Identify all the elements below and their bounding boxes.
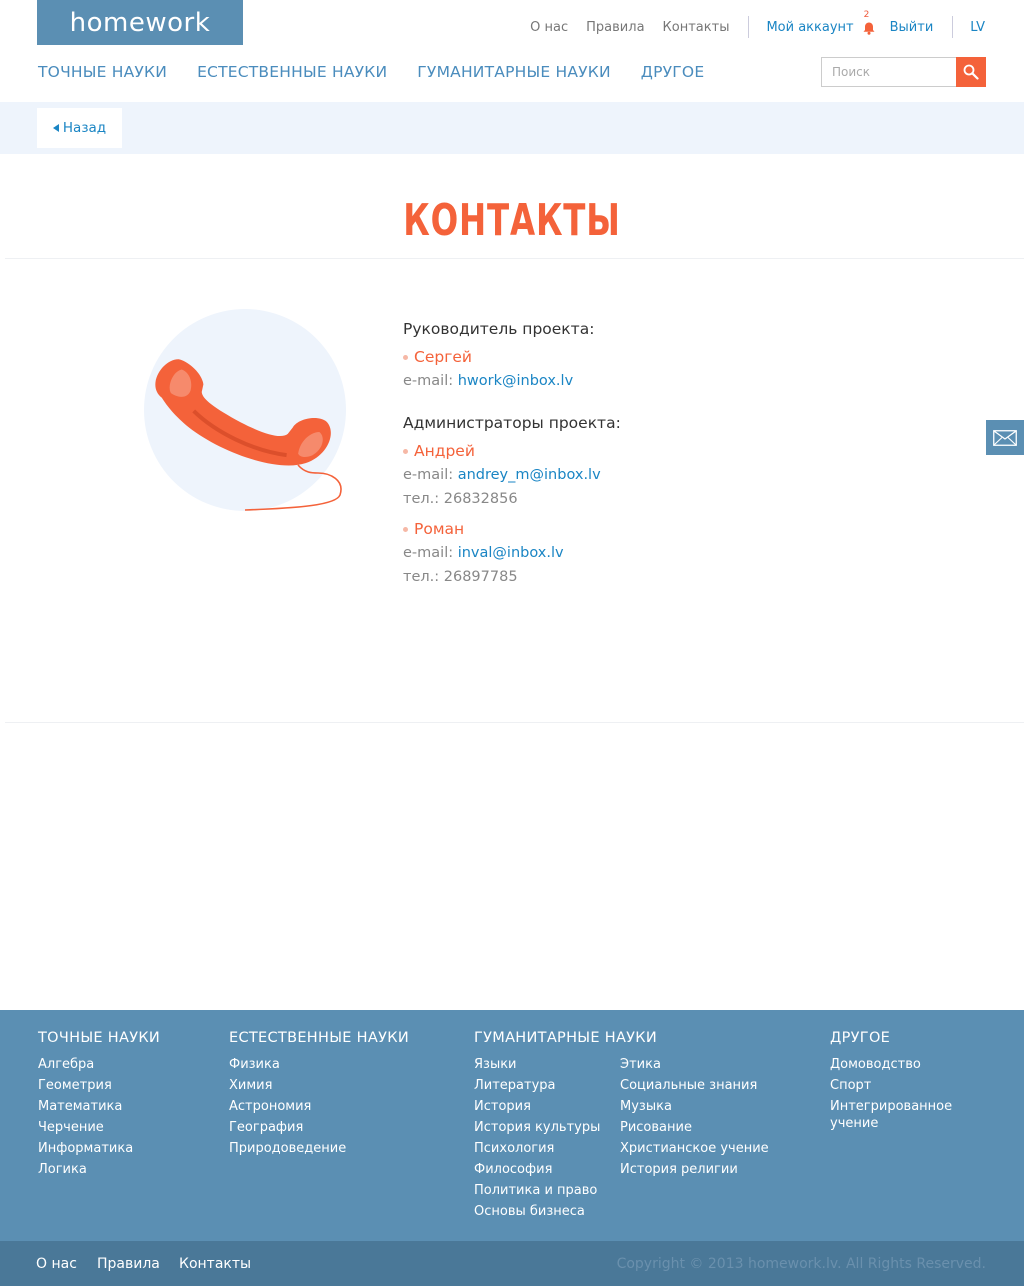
footer-link[interactable]: Геометрия [38,1075,160,1096]
footer-link[interactable]: История религии [620,1159,769,1180]
top-link-rules[interactable]: Правила [586,20,644,35]
phone-number: 26897785 [443,569,518,585]
nav-humanities[interactable]: ГУМАНИТАРНЫЕ НАУКИ [417,63,611,81]
search-input[interactable] [821,57,956,87]
footer-link[interactable]: Логика [38,1159,160,1180]
divider [5,722,1024,723]
footer-heading: ДРУГОЕ [830,1030,891,1046]
footer-link[interactable]: Спорт [830,1075,952,1096]
admin-email-link[interactable]: inval@inbox.lv [458,545,564,561]
search-box [821,57,986,87]
divider [5,258,1024,259]
footer-link[interactable]: Химия [229,1075,409,1096]
admin-email-row: e-mail: inval@inbox.lv [403,544,621,562]
feedback-button[interactable] [986,420,1024,455]
envelope-icon [993,429,1017,446]
footer-col-humanities-2: Этика Социальные знания Музыка Рисование… [620,1054,769,1180]
admin-phone-row: тел.: 26832856 [403,490,621,508]
footer-link[interactable]: Основы бизнеса [474,1201,657,1222]
search-button[interactable] [956,57,986,87]
leader-email-link[interactable]: hwork@inbox.lv [458,373,573,389]
footer-link[interactable]: Алгебра [38,1054,160,1075]
divider [748,16,750,38]
footer-col-exact: ТОЧНЫЕ НАУКИ Алгебра Геометрия Математик… [38,1030,160,1180]
footer-link[interactable]: Астрономия [229,1096,409,1117]
logout-link[interactable]: Выйти [890,20,934,35]
footer-link[interactable]: Природоведение [229,1138,409,1159]
footer-link[interactable]: Музыка [620,1096,769,1117]
phone-label: тел.: [403,569,440,585]
phone-illustration-icon [144,309,346,511]
admin-name: Андрей [403,442,621,460]
footer-link[interactable]: Этика [620,1054,769,1075]
divider [952,16,954,38]
notification-count: 2 [863,10,870,20]
person-name: Андрей [414,442,475,460]
language-switch[interactable]: LV [970,20,985,35]
footer-link[interactable]: Домоводство [830,1054,952,1075]
top-link-about[interactable]: О нас [530,20,568,35]
footer-contacts-link[interactable]: Контакты [179,1256,251,1272]
admins-heading: Администраторы проекта: [403,414,621,432]
notifications[interactable]: 2 [862,10,876,35]
phone-number: 26832856 [443,491,518,507]
footer-link[interactable]: Политика и право [474,1180,657,1201]
footer-heading: ЕСТЕСТВЕННЫЕ НАУКИ [229,1030,409,1046]
breadcrumb-bar: Назад [0,102,1024,154]
footer: ТОЧНЫЕ НАУКИ Алгебра Геометрия Математик… [0,1010,1024,1241]
footer-link[interactable]: Рисование [620,1117,769,1138]
contact-info: Руководитель проекта: Сергей e-mail: hwo… [403,320,621,592]
footer-link[interactable]: Социальные знания [620,1075,769,1096]
top-link-contacts[interactable]: Контакты [663,20,730,35]
footer-heading: ТОЧНЫЕ НАУКИ [38,1030,161,1046]
footer-link[interactable]: Информатика [38,1138,160,1159]
admin-email-link[interactable]: andrey_m@inbox.lv [458,467,601,483]
footer-heading: ГУМАНИТАРНЫЕ НАУКИ [474,1030,658,1046]
nav-other[interactable]: ДРУГОЕ [641,63,705,81]
email-label: e-mail: [403,467,454,483]
person-name: Сергей [414,348,472,366]
phone-label: тел.: [403,491,440,507]
nav-exact-sciences[interactable]: ТОЧНЫЕ НАУКИ [38,63,167,81]
footer-link[interactable]: Математика [38,1096,160,1117]
copyright: Copyright © 2013 homework.lv. All Rights… [616,1256,986,1272]
bullet-icon [403,448,408,454]
back-label: Назад [62,120,107,136]
footer-rules-link[interactable]: Правила [97,1256,160,1272]
search-icon [963,64,979,80]
arrow-left-icon [52,124,59,132]
site-logo[interactable]: homework [37,0,243,45]
bullet-icon [403,354,408,360]
footer-link[interactable]: География [229,1117,409,1138]
email-label: e-mail: [403,545,454,561]
footer-about-link[interactable]: О нас [36,1256,77,1272]
admin-phone-row: тел.: 26897785 [403,568,621,586]
email-label: e-mail: [403,373,454,389]
footer-link[interactable]: Физика [229,1054,409,1075]
top-navigation: О нас Правила Контакты Мой аккаунт 2 Вый… [530,10,985,38]
footer-link[interactable]: Черчение [38,1117,160,1138]
person-name: Роман [414,520,465,538]
bullet-icon [403,526,408,532]
nav-natural-sciences[interactable]: ЕСТЕСТВЕННЫЕ НАУКИ [197,63,387,81]
page-title: КОНТАКТЫ [403,195,621,246]
back-button[interactable]: Назад [37,108,122,148]
footer-col-natural: ЕСТЕСТВЕННЫЕ НАУКИ Физика Химия Астроном… [229,1030,409,1159]
footer-col-other: ДРУГОЕ Домоводство Спорт Интегрированное… [830,1030,952,1134]
leader-name: Сергей [403,348,621,366]
leader-heading: Руководитель проекта: [403,320,595,338]
main-navigation: ТОЧНЫЕ НАУКИ ЕСТЕСТВЕННЫЕ НАУКИ ГУМАНИТА… [38,63,734,81]
footer-bottom-bar: О нас Правила Контакты Copyright © 2013 … [0,1241,1024,1286]
admin-email-row: e-mail: andrey_m@inbox.lv [403,466,621,484]
admin-name: Роман [403,520,621,538]
my-account-link[interactable]: Мой аккаунт [766,20,853,35]
footer-link[interactable]: Христианское учение [620,1138,769,1159]
bell-icon [863,22,875,35]
leader-email-row: e-mail: hwork@inbox.lv [403,372,621,390]
